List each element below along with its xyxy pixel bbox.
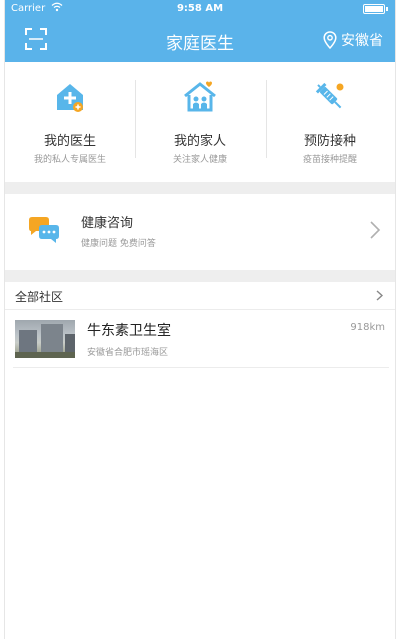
chevron-right-icon [370,221,381,239]
location-label: 安徽省 [341,33,383,49]
quick-action-title: 我的医生 [43,134,96,149]
quick-actions: 我的医生 我的私人专属医生 我的家人 关注家人健康 预防接种 疫苗接种提醒 [5,62,395,182]
consult-subtitle: 健康问题 免费问答 [81,239,156,249]
clinic-distance: 918km [350,322,385,333]
battery-icon [363,4,388,14]
quick-action-subtitle: 我的私人专属医生 [33,155,106,165]
divider [266,80,267,158]
doctor-house-icon [57,84,83,112]
scan-button[interactable] [23,26,49,52]
section-title: 全部社区 [15,290,64,304]
section-gap [5,270,395,282]
app-screen: Carrier 9:58 AM 家庭医生 安徽省 我的医生 我的私人专属医生 我… [4,0,396,639]
health-consult-entry[interactable]: 健康咨询 健康问题 免费问答 [5,194,395,270]
location-pin-icon [323,31,337,49]
status-time: 9:58 AM [176,3,224,14]
divider [135,80,136,158]
quick-action-subtitle: 疫苗接种提醒 [302,155,357,165]
header-bar: Carrier 9:58 AM 家庭医生 安徽省 [5,0,395,62]
community-list-item[interactable]: 牛东素卫生室 918km 安徽省合肥市瑶海区 [13,312,389,368]
scan-icon [25,28,47,50]
consult-title: 健康咨询 [81,216,134,231]
vaccine-syringe-icon [315,82,344,109]
family-house-icon [184,81,216,112]
community-section-header[interactable]: 全部社区 [5,282,395,310]
quick-action-vaccination[interactable]: 预防接种 疫苗接种提醒 [265,62,395,182]
quick-action-my-doctor[interactable]: 我的医生 我的私人专属医生 [5,62,135,182]
clinic-name: 牛东素卫生室 [87,323,171,339]
quick-action-subtitle: 关注家人健康 [172,155,227,165]
quick-action-my-family[interactable]: 我的家人 关注家人健康 [135,62,265,182]
chat-bubbles-icon [29,217,59,243]
location-selector[interactable]: 安徽省 [323,28,383,52]
status-bar: Carrier 9:58 AM [5,0,395,18]
clinic-photo [15,320,75,358]
quick-action-title: 我的家人 [173,134,226,149]
quick-action-title: 预防接种 [303,134,356,149]
chevron-right-icon [376,290,383,301]
nav-bar: 家庭医生 安徽省 [5,20,395,60]
section-gap [5,182,395,194]
clinic-address: 安徽省合肥市瑶海区 [87,348,169,358]
